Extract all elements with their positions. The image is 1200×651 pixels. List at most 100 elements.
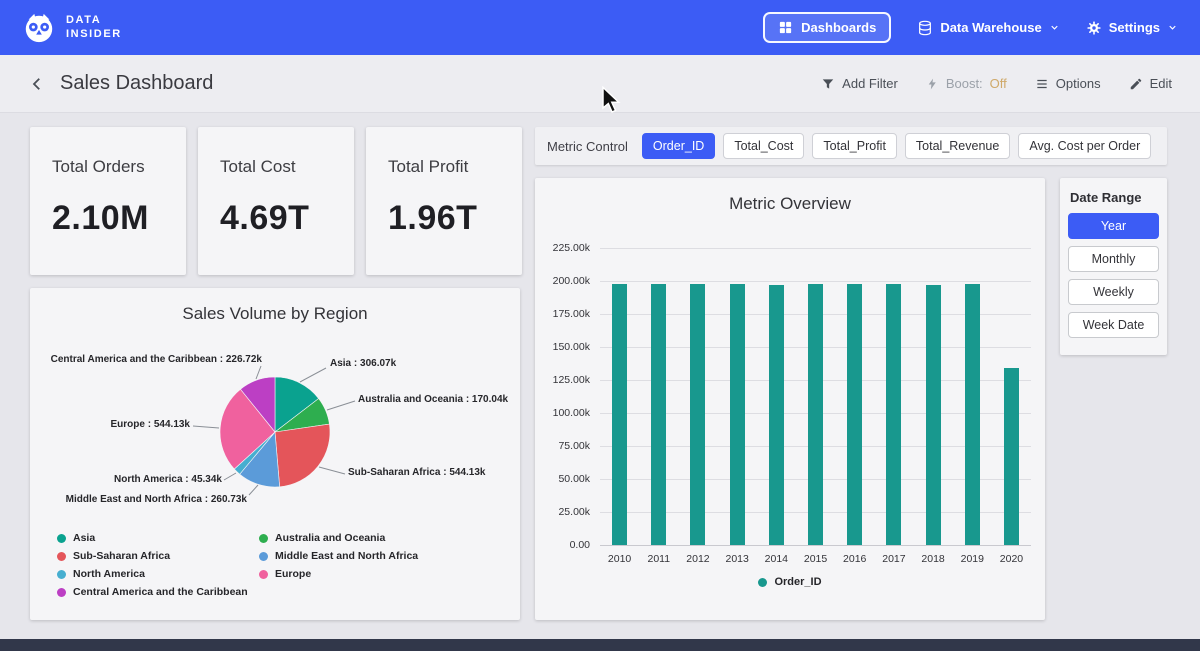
add-filter-button[interactable]: Add Filter — [821, 76, 898, 91]
topbar-nav: Dashboards Data Warehouse — [763, 12, 1178, 43]
pie-slice-sub-saharan-africa — [275, 424, 330, 487]
legend-item-australia-and-oceania: Australia and Oceania — [259, 532, 418, 544]
page-header: Sales Dashboard Add Filter Boost: Off Op… — [0, 55, 1200, 113]
date-range-label: Date Range — [1070, 190, 1159, 205]
legend-item-sub-saharan-africa: Sub-Saharan Africa — [57, 550, 248, 562]
logo-text-line2: INSIDER — [66, 28, 122, 42]
y-axis-tick: 25.00k — [535, 506, 590, 518]
x-axis-tick: 2013 — [725, 553, 748, 565]
logo-text-line1: DATA — [66, 14, 122, 28]
topbar: DATA INSIDER Dashboards Data Warehouse — [0, 0, 1200, 55]
legend-item-central-america-and-the-caribbean: Central America and the Caribbean — [57, 586, 248, 598]
boost-toggle[interactable]: Boost: Off — [926, 76, 1007, 91]
dashboards-button[interactable]: Dashboards — [763, 12, 891, 43]
dashboards-label: Dashboards — [801, 20, 876, 35]
settings-menu[interactable]: Settings — [1086, 20, 1178, 36]
bar-plot: 2010201120122013201420152016201720182019… — [600, 248, 1031, 545]
bar-legend-dot — [758, 578, 767, 587]
pie-callout-europe: Europe : 544.13k — [111, 419, 190, 430]
pie-legend-col-0: AsiaSub-Saharan AfricaNorth AmericaCentr… — [57, 532, 248, 598]
legend-dot — [57, 534, 66, 543]
pie-callout-australia-and-oceania: Australia and Oceania : 170.04k — [358, 394, 508, 405]
lightning-icon — [926, 77, 939, 91]
bar-col-2010: 2010 — [600, 248, 639, 545]
bottom-bar — [0, 639, 1200, 651]
metric-option-total-cost[interactable]: Total_Cost — [723, 133, 804, 159]
x-axis-tick: 2017 — [882, 553, 905, 565]
bar-col-2015: 2015 — [796, 248, 835, 545]
bar-2018 — [926, 285, 941, 545]
page-title: Sales Dashboard — [60, 72, 213, 95]
bar-legend-label: Order_ID — [774, 576, 821, 588]
date-range-option-monthly[interactable]: Monthly — [1068, 246, 1159, 272]
x-axis-tick: 2014 — [765, 553, 788, 565]
chevron-down-icon — [1049, 22, 1060, 33]
y-axis-tick: 75.00k — [535, 440, 590, 452]
kpi-label: Total Profit — [388, 157, 522, 177]
kpi-card-total-orders: Total Orders 2.10M — [30, 127, 186, 275]
pie-chart-svg — [217, 374, 333, 490]
chevron-left-icon — [28, 75, 46, 93]
metric-option-total-revenue[interactable]: Total_Revenue — [905, 133, 1010, 159]
pie-callout-sub-saharan-africa: Sub-Saharan Africa : 544.13k — [348, 467, 485, 478]
gear-icon — [1086, 20, 1102, 36]
settings-label: Settings — [1109, 20, 1160, 35]
date-range-panel: Date Range Year Monthly Weekly Week Date — [1060, 178, 1167, 355]
bar-2017 — [886, 284, 901, 545]
bar-2015 — [808, 284, 823, 545]
data-warehouse-label: Data Warehouse — [940, 20, 1041, 35]
kpi-card-total-cost: Total Cost 4.69T — [198, 127, 354, 275]
bar-2016 — [847, 284, 862, 545]
edit-label: Edit — [1150, 76, 1172, 91]
y-axis-tick: 100.00k — [535, 407, 590, 419]
y-axis-tick: 225.00k — [535, 242, 590, 254]
edit-button[interactable]: Edit — [1129, 76, 1172, 91]
logo: DATA INSIDER — [22, 11, 122, 45]
metric-control-label: Metric Control — [547, 139, 628, 154]
metric-option-avg-cost-per-order[interactable]: Avg. Cost per Order — [1018, 133, 1151, 159]
bar-col-2017: 2017 — [874, 248, 913, 545]
date-range-option-week-date[interactable]: Week Date — [1068, 312, 1159, 338]
bar-2019 — [965, 284, 980, 545]
bar-2012 — [690, 284, 705, 545]
legend-dot — [259, 552, 268, 561]
legend-dot — [57, 552, 66, 561]
kpi-label: Total Orders — [52, 157, 186, 177]
bar-2013 — [730, 284, 745, 545]
pencil-icon — [1129, 77, 1143, 91]
pie-callout-north-america: North America : 45.34k — [114, 474, 222, 485]
bar-2011 — [651, 284, 666, 545]
bar-col-2012: 2012 — [678, 248, 717, 545]
date-range-buttons: Year Monthly Weekly Week Date — [1068, 213, 1159, 338]
date-range-option-weekly[interactable]: Weekly — [1068, 279, 1159, 305]
back-button[interactable] — [28, 75, 46, 93]
pie-callout-middle-east-and-north-africa: Middle East and North Africa : 260.73k — [66, 494, 247, 505]
options-button[interactable]: Options — [1035, 76, 1101, 91]
data-warehouse-menu[interactable]: Data Warehouse — [917, 20, 1059, 36]
dashboard-grid-icon — [778, 20, 793, 35]
bar-chart-card: Metric Overview 201020112012201320142015… — [535, 178, 1045, 620]
owl-logo-icon — [22, 11, 56, 45]
pie-callout-central-america-and-the-caribbean: Central America and the Caribbean : 226.… — [51, 354, 262, 365]
kpi-value: 1.96T — [388, 199, 522, 238]
bar-2014 — [769, 285, 784, 545]
add-filter-label: Add Filter — [842, 76, 898, 91]
bar-2010 — [612, 284, 627, 545]
y-axis-tick: 150.00k — [535, 341, 590, 353]
kpi-value: 4.69T — [220, 199, 354, 238]
bar-col-2020: 2020 — [992, 248, 1031, 545]
legend-dot — [259, 534, 268, 543]
bar-col-2019: 2019 — [953, 248, 992, 545]
metric-option-order-id[interactable]: Order_ID — [642, 133, 715, 159]
date-range-option-year[interactable]: Year — [1068, 213, 1159, 239]
x-axis-tick: 2018 — [921, 553, 944, 565]
y-axis-tick: 50.00k — [535, 473, 590, 485]
pie-legend-col-1: Australia and OceaniaMiddle East and Nor… — [259, 532, 418, 580]
kpi-card-total-profit: Total Profit 1.96T — [366, 127, 522, 275]
kpi-label: Total Cost — [220, 157, 354, 177]
legend-item-europe: Europe — [259, 568, 418, 580]
bar-chart-title: Metric Overview — [535, 178, 1045, 214]
legend-dot — [57, 588, 66, 597]
chevron-down-icon — [1167, 22, 1178, 33]
metric-option-total-profit[interactable]: Total_Profit — [812, 133, 897, 159]
